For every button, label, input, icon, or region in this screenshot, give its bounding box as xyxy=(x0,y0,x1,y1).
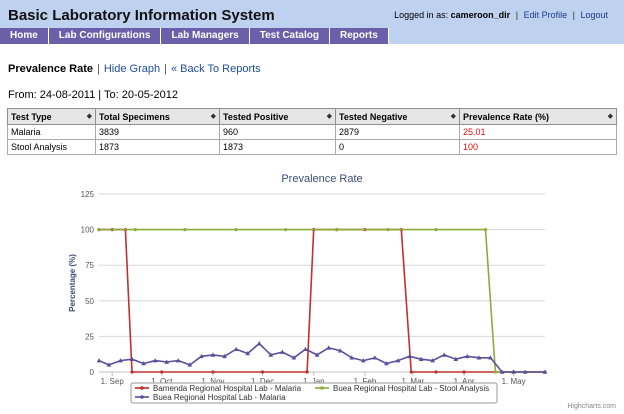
y-tick-label: 75 xyxy=(85,261,94,270)
separator: | xyxy=(164,63,167,75)
chart-title: Prevalence Rate xyxy=(281,173,362,185)
hide-graph-link[interactable]: Hide Graph xyxy=(104,63,160,75)
username: cameroon_dir xyxy=(450,10,511,20)
cell-prevalence-rate: 25.01 xyxy=(459,124,617,140)
logout-link[interactable]: Logout xyxy=(580,10,608,20)
app-header: Basic Laboratory Information System Logg… xyxy=(0,0,624,44)
data-point xyxy=(434,370,438,374)
data-point xyxy=(96,358,102,363)
data-point xyxy=(284,228,288,232)
x-tick-label: 1. Sep xyxy=(101,377,125,386)
page-title: Prevalence Rate xyxy=(8,63,93,75)
legend-item: Buea Regional Hospital Lab - Stool Analy… xyxy=(333,384,489,393)
data-point xyxy=(483,228,488,232)
data-point xyxy=(462,370,466,374)
data-point xyxy=(303,346,308,352)
y-tick-label: 0 xyxy=(90,368,95,377)
sort-icon[interactable]: ◆ xyxy=(87,112,92,120)
y-tick-label: 125 xyxy=(81,190,95,199)
date-range: From: 24-08-2011 | To: 20-05-2012 xyxy=(8,89,178,101)
sort-icon[interactable]: ◆ xyxy=(327,112,332,120)
prevalence-chart: Prevalence Rate 0 25 50 75 100 125 Percentage (… xyxy=(68,173,548,404)
cell-prevalence-rate: 100 xyxy=(459,139,617,155)
table-header-row: Test Type ◆ Total Specimens ◆ Tested Posit… xyxy=(7,108,617,125)
separator: | xyxy=(97,63,100,75)
cell-tested-negative: 0 xyxy=(335,139,460,155)
data-point xyxy=(409,370,413,374)
sort-icon[interactable]: ◆ xyxy=(451,112,456,120)
cell-total-specimens: 1873 xyxy=(95,139,220,155)
data-point xyxy=(133,228,137,232)
separator: | xyxy=(572,10,575,20)
legend-marker xyxy=(140,395,144,399)
y-tick-label: 100 xyxy=(81,226,95,235)
separator: | xyxy=(515,10,519,20)
report-subnav: Prevalence Rate | Hide Graph | « Back To Rep… xyxy=(8,63,261,75)
table-row: Stool Analysis 1873 1873 0 100 xyxy=(7,139,617,155)
data-point xyxy=(160,370,164,374)
legend-marker xyxy=(140,386,144,390)
prevalence-table: Test Type ◆ Total Specimens ◆ Tested Posit… xyxy=(7,108,617,155)
back-to-reports-link[interactable]: « Back To Reports xyxy=(171,63,261,75)
table-row: Malaria 3839 960 2879 25.01 xyxy=(7,124,617,140)
sort-icon[interactable]: ◆ xyxy=(211,112,216,120)
legend-marker xyxy=(320,386,324,390)
data-point xyxy=(386,228,390,232)
sort-icon[interactable]: ◆ xyxy=(608,112,613,120)
data-point xyxy=(260,370,265,374)
nav-home[interactable]: Home xyxy=(0,28,49,44)
data-point xyxy=(183,228,187,232)
nav-lab-configurations[interactable]: Lab Configurations xyxy=(48,28,162,44)
x-tick-label: 1. May xyxy=(502,377,526,386)
cell-total-specimens: 3839 xyxy=(95,124,220,140)
data-point xyxy=(335,228,339,232)
y-axis-label: Percentage (%) xyxy=(68,254,77,312)
data-point xyxy=(234,228,238,232)
user-bar: Logged in as: cameroon_dir | Edit Profil… xyxy=(394,10,608,20)
nav-reports[interactable]: Reports xyxy=(330,28,389,44)
edit-profile-link[interactable]: Edit Profile xyxy=(524,10,568,20)
cell-tested-positive: 960 xyxy=(219,124,336,140)
main-nav: Home Lab Configurations Lab Managers Tes… xyxy=(0,28,389,44)
data-point xyxy=(256,341,262,346)
cell-tested-negative: 2879 xyxy=(335,124,460,140)
data-point xyxy=(441,352,447,357)
y-tick-label: 25 xyxy=(85,332,94,341)
data-point xyxy=(305,370,309,374)
column-header-test-type[interactable]: Test Type ◆ xyxy=(7,108,96,125)
app-title: Basic Laboratory Information System xyxy=(8,7,275,24)
logged-in-label: Logged in as: xyxy=(394,10,449,20)
legend-item: Buea Regional Hospital Lab - Malaria xyxy=(153,393,286,402)
column-header-prevalence-rate[interactable]: Prevalence Rate (%) ◆ xyxy=(459,108,617,125)
cell-test-type: Stool Analysis xyxy=(7,139,96,155)
data-point xyxy=(233,346,239,352)
nav-lab-managers[interactable]: Lab Managers xyxy=(161,28,250,44)
column-header-tested-positive[interactable]: Tested Positive ◆ xyxy=(219,108,336,125)
data-point xyxy=(130,370,134,374)
nav-test-catalog[interactable]: Test Catalog xyxy=(249,28,330,44)
data-point xyxy=(434,228,438,232)
cell-test-type: Malaria xyxy=(7,124,96,140)
legend-item: Bamenda Regional Hospital Lab - Malaria xyxy=(153,384,302,393)
data-point xyxy=(493,370,498,374)
cell-tested-positive: 1873 xyxy=(219,139,336,155)
data-point xyxy=(211,370,215,374)
chart-credit: Highcharts.com xyxy=(567,403,616,410)
column-header-tested-negative[interactable]: Tested Negative ◆ xyxy=(335,108,460,125)
column-header-total-specimens[interactable]: Total Specimens ◆ xyxy=(95,108,220,125)
data-point xyxy=(97,228,101,232)
y-tick-label: 50 xyxy=(85,297,94,306)
